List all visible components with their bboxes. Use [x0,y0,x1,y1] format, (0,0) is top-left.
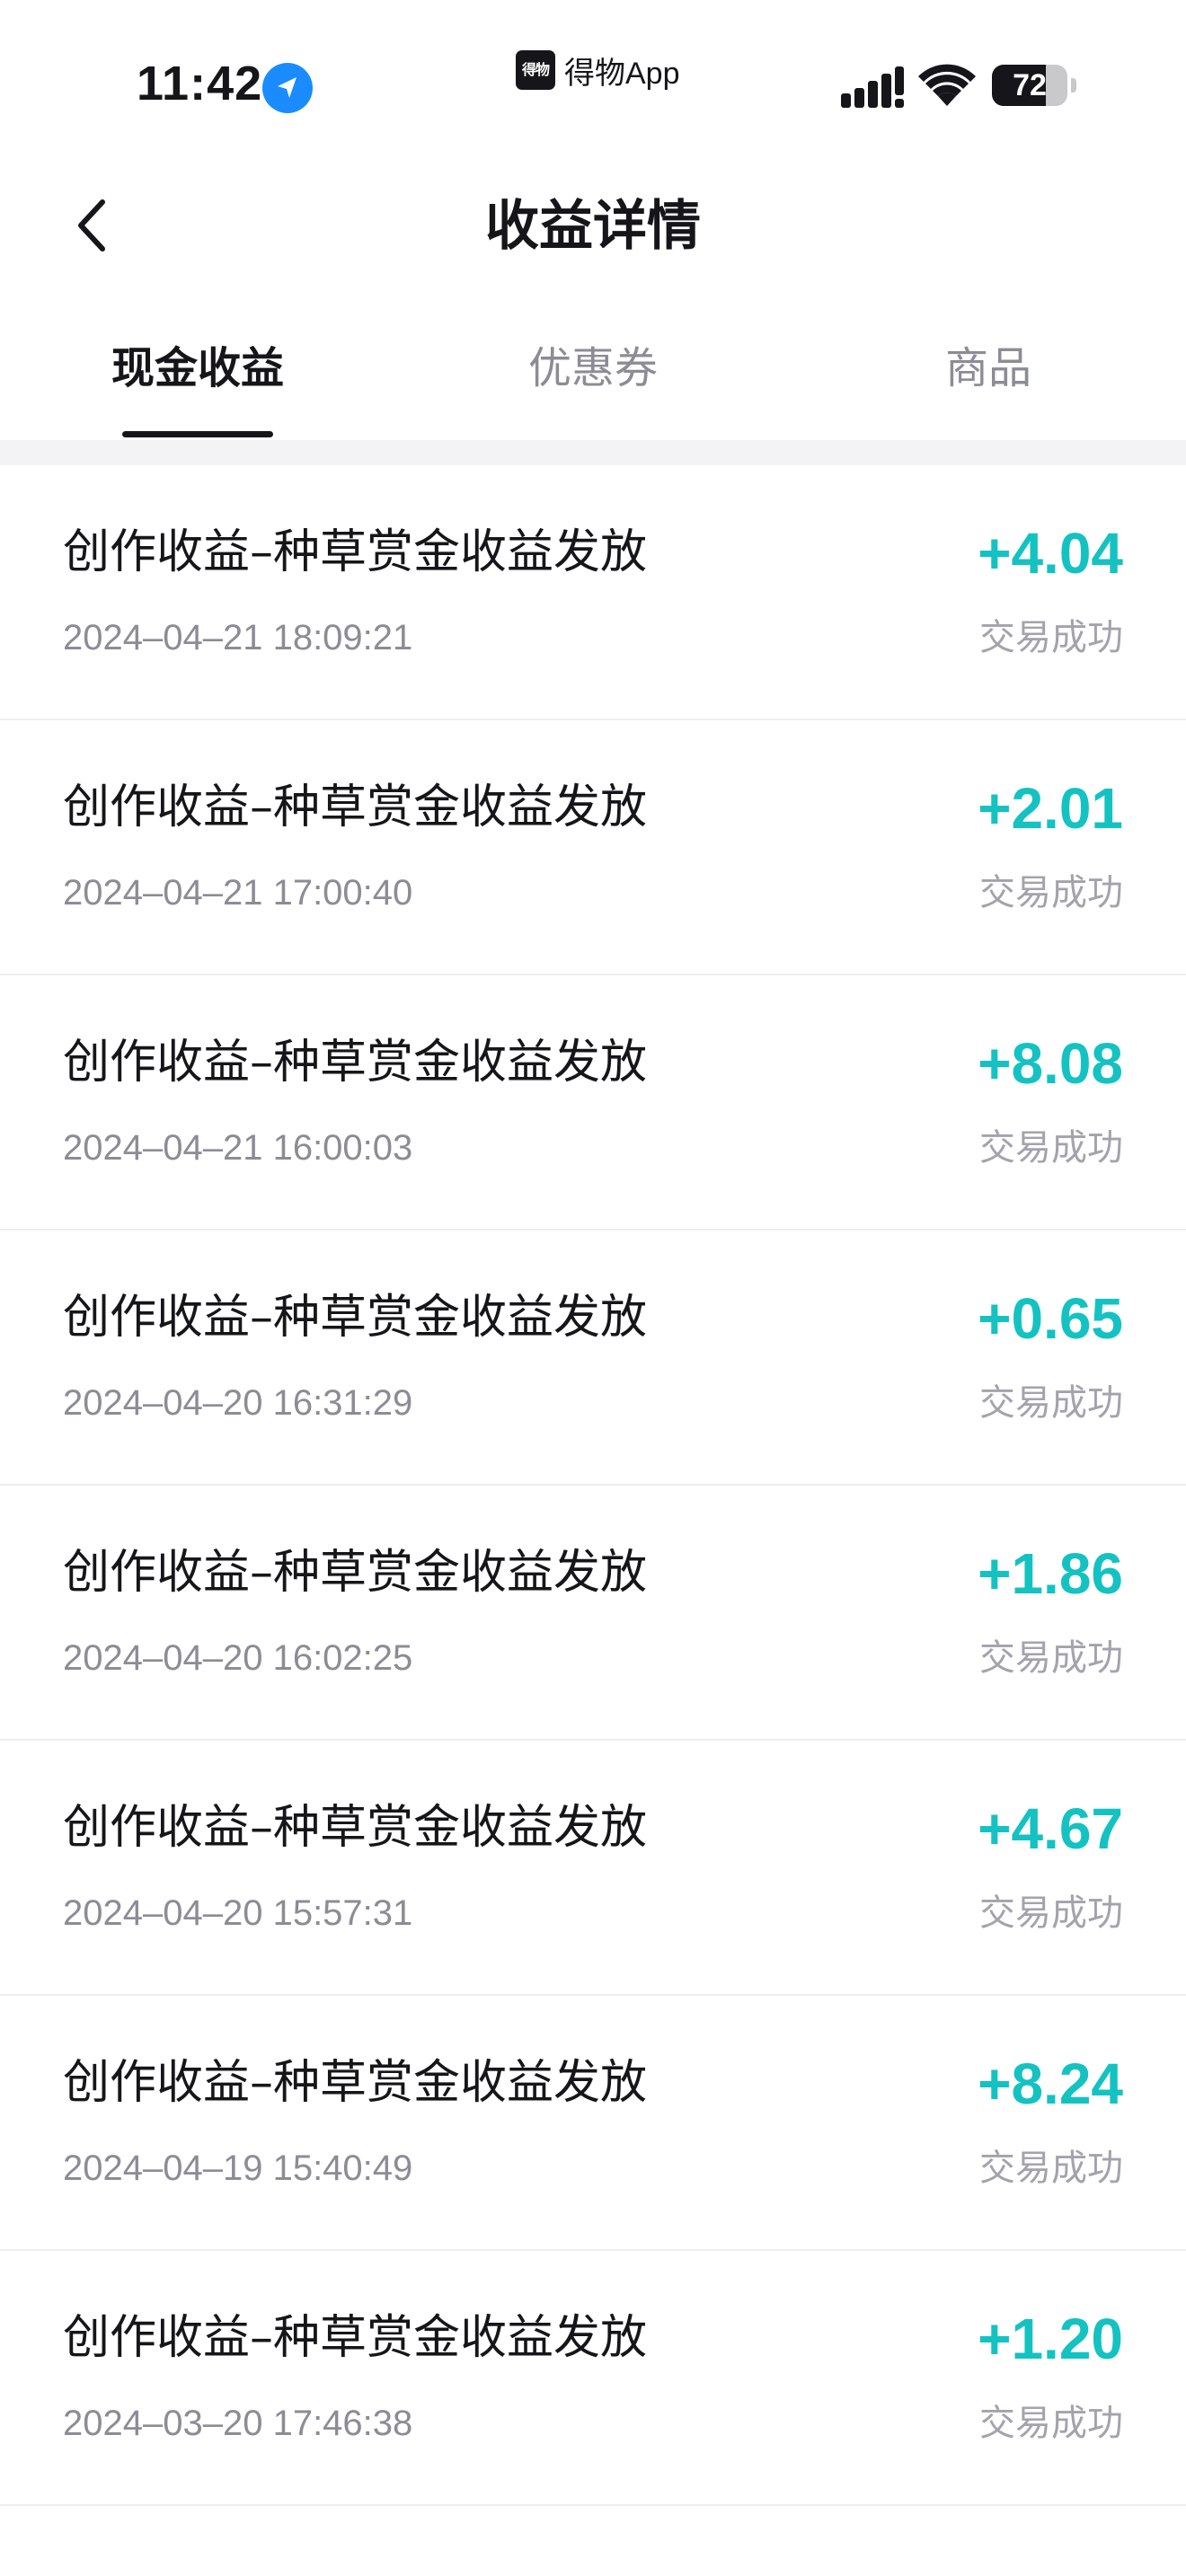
transaction-title: 创作收益–种草赏金收益发放 [63,525,648,579]
transaction-date: 2024–04–21 18:09:21 [63,618,413,657]
status-bar: 11:42 得物 得物App 72 [0,0,1186,135]
transaction-status: 交易成功 [979,2403,1123,2444]
back-button[interactable] [54,185,129,266]
transaction-date: 2024–04–20 15:57:31 [63,1893,413,1933]
transaction-row[interactable]: 创作收益–种草赏金收益发放 2024–04–21 17:00:40 +2.01 … [0,720,1186,975]
transaction-amount: +4.04 [978,521,1123,586]
battery-icon: 72 [992,65,1076,106]
transaction-row[interactable]: 创作收益–种草赏金收益发放 2024–04–20 15:57:31 +4.67 … [0,1741,1186,1996]
transaction-status: 交易成功 [979,1637,1123,1679]
cellular-signal-icon [841,66,904,108]
active-tab-indicator [122,431,273,437]
transaction-date: 2024–04–20 16:31:29 [63,1383,413,1423]
transaction-date: 2024–04–20 16:02:25 [63,1638,413,1678]
transaction-list: 创作收益–种草赏金收益发放 2024–04–21 18:09:21 +4.04 … [0,465,1186,2506]
transaction-amount: +8.24 [978,2051,1123,2116]
status-time: 11:42 [137,57,263,110]
chevron-left-icon [78,199,105,251]
transaction-status: 交易成功 [979,1127,1123,1169]
transaction-row[interactable]: 创作收益–种草赏金收益发放 2024–03–20 17:46:38 +1.20 … [0,2251,1186,2506]
tab-cash-earnings[interactable]: 现金收益 [0,323,395,440]
section-divider [0,440,1186,465]
transaction-status: 交易成功 [979,1382,1123,1424]
location-arrow-icon [262,63,313,113]
page-title: 收益详情 [485,195,701,258]
tab-products[interactable]: 商品 [791,323,1186,440]
transaction-row[interactable]: 创作收益–种草赏金收益发放 2024–04–20 16:02:25 +1.86 … [0,1486,1186,1741]
transaction-date: 2024–04–21 16:00:03 [63,1128,413,1168]
transaction-amount: +1.86 [978,1541,1123,1606]
wifi-icon [918,63,976,108]
earnings-detail-page: 11:42 得物 得物App 72 收益详情 现金收益 优惠券 商品 创作收益–… [0,0,1186,2576]
transaction-status: 交易成功 [979,872,1123,913]
transaction-amount: +8.08 [978,1031,1123,1096]
transaction-row[interactable]: 创作收益–种草赏金收益发放 2024–04–20 16:31:29 +0.65 … [0,1231,1186,1486]
transaction-amount: +0.65 [978,1286,1123,1351]
transaction-title: 创作收益–种草赏金收益发放 [63,1291,648,1345]
app-indicator[interactable]: 得物 得物App [516,50,680,91]
tab-coupons[interactable]: 优惠券 [395,323,791,440]
transaction-title: 创作收益–种草赏金收益发放 [63,781,648,834]
transaction-status: 交易成功 [979,1892,1123,1934]
transaction-title: 创作收益–种草赏金收益发放 [63,2311,648,2365]
transaction-title: 创作收益–种草赏金收益发放 [63,1801,648,1855]
transaction-title: 创作收益–种草赏金收益发放 [63,1546,648,1600]
battery-percentage: 72 [1013,68,1047,102]
transaction-row[interactable]: 创作收益–种草赏金收益发放 2024–04–19 15:40:49 +8.24 … [0,1996,1186,2251]
app-logo-icon: 得物 [516,50,555,90]
navigation-bar: 收益详情 [0,162,1186,287]
transaction-status: 交易成功 [979,617,1123,658]
tab-bar: 现金收益 优惠券 商品 [0,323,1186,440]
transaction-date: 2024–03–20 17:46:38 [63,2404,413,2443]
app-name: 得物App [564,56,680,91]
transaction-status: 交易成功 [979,2148,1123,2189]
transaction-date: 2024–04–19 15:40:49 [63,2148,413,2188]
transaction-date: 2024–04–21 17:00:40 [63,873,413,913]
transaction-title: 创作收益–种草赏金收益发放 [63,1036,648,1090]
transaction-row[interactable]: 创作收益–种草赏金收益发放 2024–04–21 18:09:21 +4.04 … [0,465,1186,720]
transaction-amount: +4.67 [978,1796,1123,1861]
transaction-amount: +2.01 [978,776,1123,841]
transaction-row[interactable]: 创作收益–种草赏金收益发放 2024–04–21 16:00:03 +8.08 … [0,975,1186,1231]
transaction-title: 创作收益–种草赏金收益发放 [63,2056,648,2110]
transaction-amount: +1.20 [978,2307,1123,2371]
